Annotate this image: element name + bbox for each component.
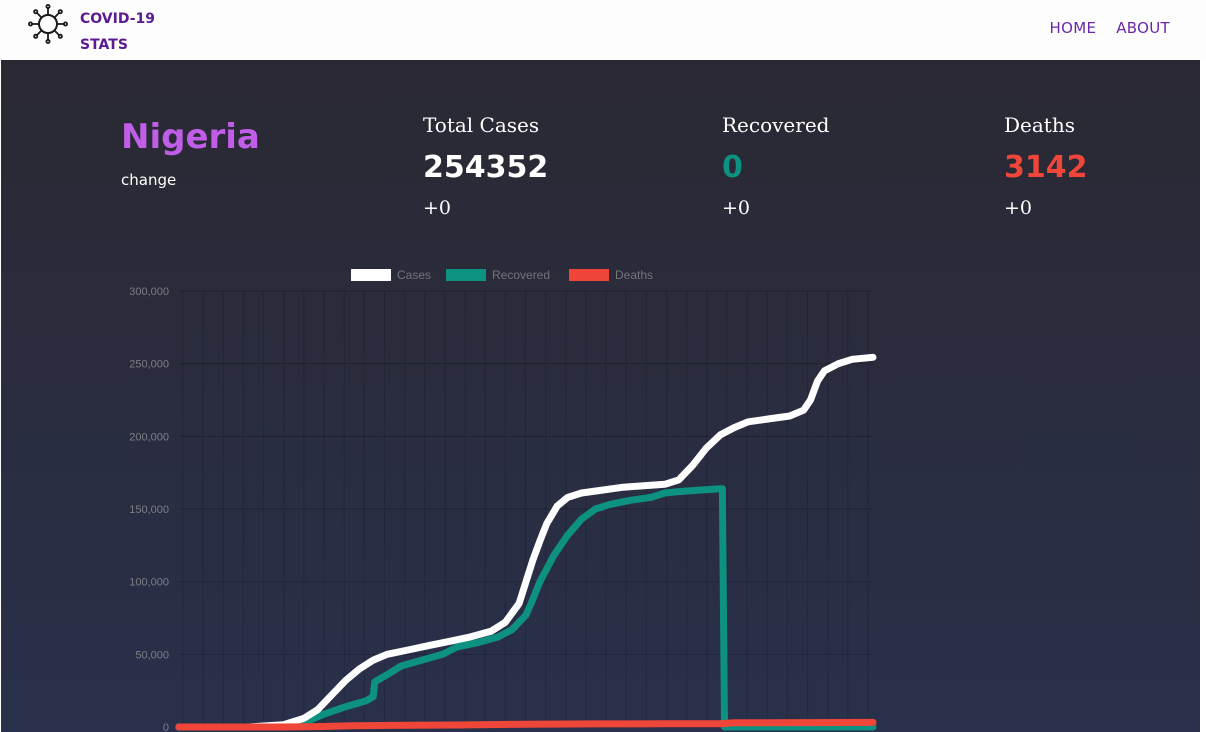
y-tick-label: 200,000 xyxy=(129,431,169,443)
legend-label-cases: Cases xyxy=(397,268,431,282)
legend-label-deaths: Deaths xyxy=(615,268,653,282)
nav-about-link[interactable]: ABOUT xyxy=(1116,19,1170,37)
nav-home-link[interactable]: HOME xyxy=(1050,19,1097,37)
legend-swatch-recovered xyxy=(446,269,486,281)
brand-line-2: STATS xyxy=(80,37,128,53)
y-tick-label: 150,000 xyxy=(129,504,169,516)
y-tick-label: 300,000 xyxy=(129,286,169,298)
y-tick-label: 0 xyxy=(163,722,169,732)
brand-title: COVID-19 STATS xyxy=(80,6,155,58)
y-tick-label: 250,000 xyxy=(129,359,169,371)
legend-swatch-deaths xyxy=(569,269,609,281)
legend-label-recovered: Recovered xyxy=(492,268,550,282)
brand[interactable]: COVID-19 STATS xyxy=(28,2,155,58)
virus-icon xyxy=(28,4,69,45)
legend-swatch-cases xyxy=(351,269,391,281)
brand-line-1: COVID-19 xyxy=(80,11,156,27)
top-navbar: COVID-19 STATS HOME ABOUT xyxy=(0,0,1206,60)
y-tick-label: 100,000 xyxy=(129,577,169,589)
nav-links: HOME ABOUT xyxy=(1050,19,1170,37)
covid-line-chart: 0 50,000 100,000 150,000 200,000 250,000 300,0… xyxy=(129,268,877,732)
dashboard-panel: Nigeria change Total Cases 254352 +0 Rec… xyxy=(1,60,1200,732)
y-tick-label: 50,000 xyxy=(135,649,169,661)
